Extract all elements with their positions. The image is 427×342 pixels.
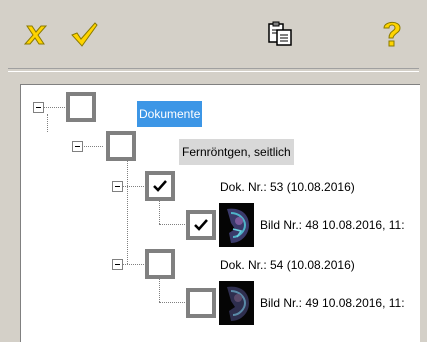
help-button[interactable] [372, 14, 412, 54]
doc2-checkbox[interactable] [145, 249, 175, 279]
doc1-checkbox[interactable] [145, 171, 175, 201]
checkmark-icon [194, 219, 208, 231]
xray-image-icon [219, 203, 254, 247]
tree-node-img2[interactable]: Bild Nr.: 49 10.08.2016, 11: [260, 296, 405, 310]
tree-node-doc1[interactable]: Dok. Nr.: 53 (10.08.2016) [220, 180, 355, 194]
confirm-button[interactable] [64, 14, 104, 54]
xray-thumbnail[interactable] [219, 281, 254, 325]
question-mark-icon [383, 21, 401, 47]
img2-checkbox[interactable] [186, 288, 216, 318]
x-icon [23, 25, 48, 45]
document-tree: Dokumente Fernröntgen, seitlich Dok. Nr.… [20, 84, 420, 342]
group-checkbox[interactable] [106, 131, 136, 161]
tree-node-group[interactable]: Fernröntgen, seitlich [179, 139, 294, 165]
paste-clipboard-icon [268, 21, 292, 46]
checkmark-icon [71, 22, 98, 47]
xray-image-icon [219, 281, 254, 325]
img1-checkbox[interactable] [186, 210, 216, 240]
cancel-button[interactable] [16, 14, 56, 54]
group-collapse-toggle[interactable] [72, 141, 83, 152]
tree-node-doc2[interactable]: Dok. Nr.: 54 (10.08.2016) [220, 258, 355, 272]
toolbar [0, 0, 427, 68]
toolbar-divider [8, 68, 419, 72]
paste-button[interactable] [260, 14, 300, 54]
checkmark-icon [153, 180, 167, 192]
doc2-collapse-toggle[interactable] [112, 259, 123, 270]
xray-thumbnail[interactable] [219, 203, 254, 247]
tree-node-root[interactable]: Dokumente [137, 101, 203, 127]
tree-node-img1[interactable]: Bild Nr.: 48 10.08.2016, 11: [260, 218, 405, 232]
doc1-collapse-toggle[interactable] [112, 181, 123, 192]
root-collapse-toggle[interactable] [33, 102, 44, 113]
root-checkbox[interactable] [66, 92, 96, 122]
